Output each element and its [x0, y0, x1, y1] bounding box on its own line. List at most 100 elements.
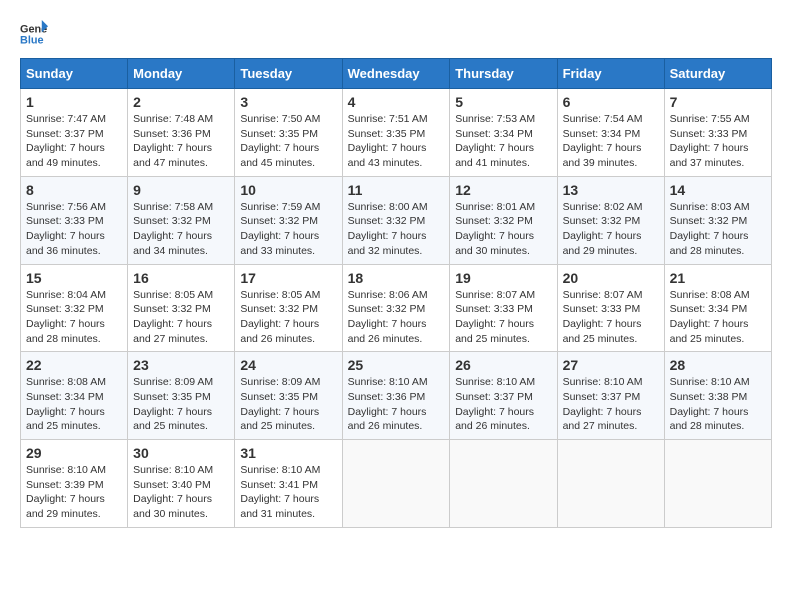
day-detail: Sunrise: 8:07 AM Sunset: 3:33 PM Dayligh… — [455, 288, 551, 347]
day-detail: Sunrise: 7:51 AM Sunset: 3:35 PM Dayligh… — [348, 112, 445, 171]
day-number: 22 — [26, 357, 122, 373]
day-detail: Sunrise: 8:10 AM Sunset: 3:37 PM Dayligh… — [455, 375, 551, 434]
day-number: 19 — [455, 270, 551, 286]
calendar-cell — [664, 440, 771, 528]
calendar-cell: 20 Sunrise: 8:07 AM Sunset: 3:33 PM Dayli… — [557, 264, 664, 352]
day-number: 9 — [133, 182, 229, 198]
day-number: 3 — [240, 94, 336, 110]
calendar-table: SundayMondayTuesdayWednesdayThursdayFrid… — [20, 58, 772, 528]
calendar-cell: 15 Sunrise: 8:04 AM Sunset: 3:32 PM Dayli… — [21, 264, 128, 352]
day-number: 21 — [670, 270, 766, 286]
calendar-cell: 16 Sunrise: 8:05 AM Sunset: 3:32 PM Dayli… — [128, 264, 235, 352]
day-detail: Sunrise: 8:10 AM Sunset: 3:40 PM Dayligh… — [133, 463, 229, 522]
day-number: 2 — [133, 94, 229, 110]
day-number: 10 — [240, 182, 336, 198]
calendar-cell: 1Sunrise: 7:47 AM Sunset: 3:37 PM Daylig… — [21, 89, 128, 177]
day-number: 11 — [348, 182, 445, 198]
calendar-cell: 10 Sunrise: 7:59 AM Sunset: 3:32 PM Dayli… — [235, 176, 342, 264]
day-detail: Sunrise: 7:56 AM Sunset: 3:33 PM Dayligh… — [26, 200, 122, 259]
day-number: 1 — [26, 94, 122, 110]
logo-icon: General Blue — [20, 20, 48, 48]
calendar-cell: 24Sunrise: 8:09 AM Sunset: 3:35 PM Dayli… — [235, 352, 342, 440]
day-detail: Sunrise: 7:59 AM Sunset: 3:32 PM Dayligh… — [240, 200, 336, 259]
calendar-cell: 21 Sunrise: 8:08 AM Sunset: 3:34 PM Dayli… — [664, 264, 771, 352]
day-detail: Sunrise: 7:54 AM Sunset: 3:34 PM Dayligh… — [563, 112, 659, 171]
calendar-cell: 17Sunrise: 8:05 AM Sunset: 3:32 PM Dayli… — [235, 264, 342, 352]
day-detail: Sunrise: 8:08 AM Sunset: 3:34 PM Dayligh… — [26, 375, 122, 434]
day-number: 27 — [563, 357, 659, 373]
day-detail: Sunrise: 7:50 AM Sunset: 3:35 PM Dayligh… — [240, 112, 336, 171]
day-detail: Sunrise: 8:03 AM Sunset: 3:32 PM Dayligh… — [670, 200, 766, 259]
calendar-week-row: 29Sunrise: 8:10 AM Sunset: 3:39 PM Dayli… — [21, 440, 772, 528]
calendar-cell: 8 Sunrise: 7:56 AM Sunset: 3:33 PM Daylig… — [21, 176, 128, 264]
header-wednesday: Wednesday — [342, 59, 450, 89]
calendar-cell: 4 Sunrise: 7:51 AM Sunset: 3:35 PM Daylig… — [342, 89, 450, 177]
day-number: 4 — [348, 94, 445, 110]
day-detail: Sunrise: 8:10 AM Sunset: 3:36 PM Dayligh… — [348, 375, 445, 434]
header-thursday: Thursday — [450, 59, 557, 89]
calendar-cell: 14 Sunrise: 8:03 AM Sunset: 3:32 PM Dayli… — [664, 176, 771, 264]
calendar-cell: 11 Sunrise: 8:00 AM Sunset: 3:32 PM Dayli… — [342, 176, 450, 264]
calendar-cell: 19 Sunrise: 8:07 AM Sunset: 3:33 PM Dayli… — [450, 264, 557, 352]
calendar-cell: 5Sunrise: 7:53 AM Sunset: 3:34 PM Daylig… — [450, 89, 557, 177]
day-detail: Sunrise: 8:10 AM Sunset: 3:38 PM Dayligh… — [670, 375, 766, 434]
day-number: 15 — [26, 270, 122, 286]
day-detail: Sunrise: 8:00 AM Sunset: 3:32 PM Dayligh… — [348, 200, 445, 259]
day-detail: Sunrise: 7:55 AM Sunset: 3:33 PM Dayligh… — [670, 112, 766, 171]
day-detail: Sunrise: 7:58 AM Sunset: 3:32 PM Dayligh… — [133, 200, 229, 259]
day-detail: Sunrise: 8:08 AM Sunset: 3:34 PM Dayligh… — [670, 288, 766, 347]
day-detail: Sunrise: 8:04 AM Sunset: 3:32 PM Dayligh… — [26, 288, 122, 347]
calendar-header-row: SundayMondayTuesdayWednesdayThursdayFrid… — [21, 59, 772, 89]
calendar-cell: 26 Sunrise: 8:10 AM Sunset: 3:37 PM Dayli… — [450, 352, 557, 440]
calendar-cell: 22 Sunrise: 8:08 AM Sunset: 3:34 PM Dayli… — [21, 352, 128, 440]
day-number: 31 — [240, 445, 336, 461]
calendar-cell: 28 Sunrise: 8:10 AM Sunset: 3:38 PM Dayli… — [664, 352, 771, 440]
day-detail: Sunrise: 8:10 AM Sunset: 3:39 PM Dayligh… — [26, 463, 122, 522]
calendar-week-row: 15 Sunrise: 8:04 AM Sunset: 3:32 PM Dayli… — [21, 264, 772, 352]
day-detail: Sunrise: 8:10 AM Sunset: 3:37 PM Dayligh… — [563, 375, 659, 434]
calendar-cell: 12 Sunrise: 8:01 AM Sunset: 3:32 PM Dayli… — [450, 176, 557, 264]
day-number: 30 — [133, 445, 229, 461]
calendar-cell: 31 Sunrise: 8:10 AM Sunset: 3:41 PM Dayli… — [235, 440, 342, 528]
day-number: 26 — [455, 357, 551, 373]
header-saturday: Saturday — [664, 59, 771, 89]
day-number: 7 — [670, 94, 766, 110]
day-detail: Sunrise: 8:07 AM Sunset: 3:33 PM Dayligh… — [563, 288, 659, 347]
day-number: 20 — [563, 270, 659, 286]
day-detail: Sunrise: 8:01 AM Sunset: 3:32 PM Dayligh… — [455, 200, 551, 259]
day-detail: Sunrise: 7:53 AM Sunset: 3:34 PM Dayligh… — [455, 112, 551, 171]
day-detail: Sunrise: 8:05 AM Sunset: 3:32 PM Dayligh… — [240, 288, 336, 347]
day-number: 24 — [240, 357, 336, 373]
day-number: 8 — [26, 182, 122, 198]
calendar-cell: 9 Sunrise: 7:58 AM Sunset: 3:32 PM Daylig… — [128, 176, 235, 264]
calendar-week-row: 22 Sunrise: 8:08 AM Sunset: 3:34 PM Dayli… — [21, 352, 772, 440]
calendar-week-row: 8 Sunrise: 7:56 AM Sunset: 3:33 PM Daylig… — [21, 176, 772, 264]
day-number: 28 — [670, 357, 766, 373]
day-detail: Sunrise: 8:06 AM Sunset: 3:32 PM Dayligh… — [348, 288, 445, 347]
day-number: 25 — [348, 357, 445, 373]
calendar-cell: 30 Sunrise: 8:10 AM Sunset: 3:40 PM Dayli… — [128, 440, 235, 528]
day-detail: Sunrise: 8:05 AM Sunset: 3:32 PM Dayligh… — [133, 288, 229, 347]
header-sunday: Sunday — [21, 59, 128, 89]
day-number: 6 — [563, 94, 659, 110]
page-header: General Blue — [20, 20, 772, 48]
day-detail: Sunrise: 8:09 AM Sunset: 3:35 PM Dayligh… — [133, 375, 229, 434]
day-number: 12 — [455, 182, 551, 198]
calendar-cell: 7 Sunrise: 7:55 AM Sunset: 3:33 PM Daylig… — [664, 89, 771, 177]
day-detail: Sunrise: 8:10 AM Sunset: 3:41 PM Dayligh… — [240, 463, 336, 522]
header-friday: Friday — [557, 59, 664, 89]
calendar-week-row: 1Sunrise: 7:47 AM Sunset: 3:37 PM Daylig… — [21, 89, 772, 177]
header-tuesday: Tuesday — [235, 59, 342, 89]
calendar-cell — [557, 440, 664, 528]
calendar-cell: 27 Sunrise: 8:10 AM Sunset: 3:37 PM Dayli… — [557, 352, 664, 440]
calendar-cell: 25 Sunrise: 8:10 AM Sunset: 3:36 PM Dayli… — [342, 352, 450, 440]
day-detail: Sunrise: 8:02 AM Sunset: 3:32 PM Dayligh… — [563, 200, 659, 259]
day-number: 14 — [670, 182, 766, 198]
day-number: 18 — [348, 270, 445, 286]
calendar-cell: 3 Sunrise: 7:50 AM Sunset: 3:35 PM Daylig… — [235, 89, 342, 177]
header-monday: Monday — [128, 59, 235, 89]
calendar-cell: 18 Sunrise: 8:06 AM Sunset: 3:32 PM Dayli… — [342, 264, 450, 352]
calendar-cell: 23Sunrise: 8:09 AM Sunset: 3:35 PM Dayli… — [128, 352, 235, 440]
calendar-cell: 2Sunrise: 7:48 AM Sunset: 3:36 PM Daylig… — [128, 89, 235, 177]
day-number: 16 — [133, 270, 229, 286]
